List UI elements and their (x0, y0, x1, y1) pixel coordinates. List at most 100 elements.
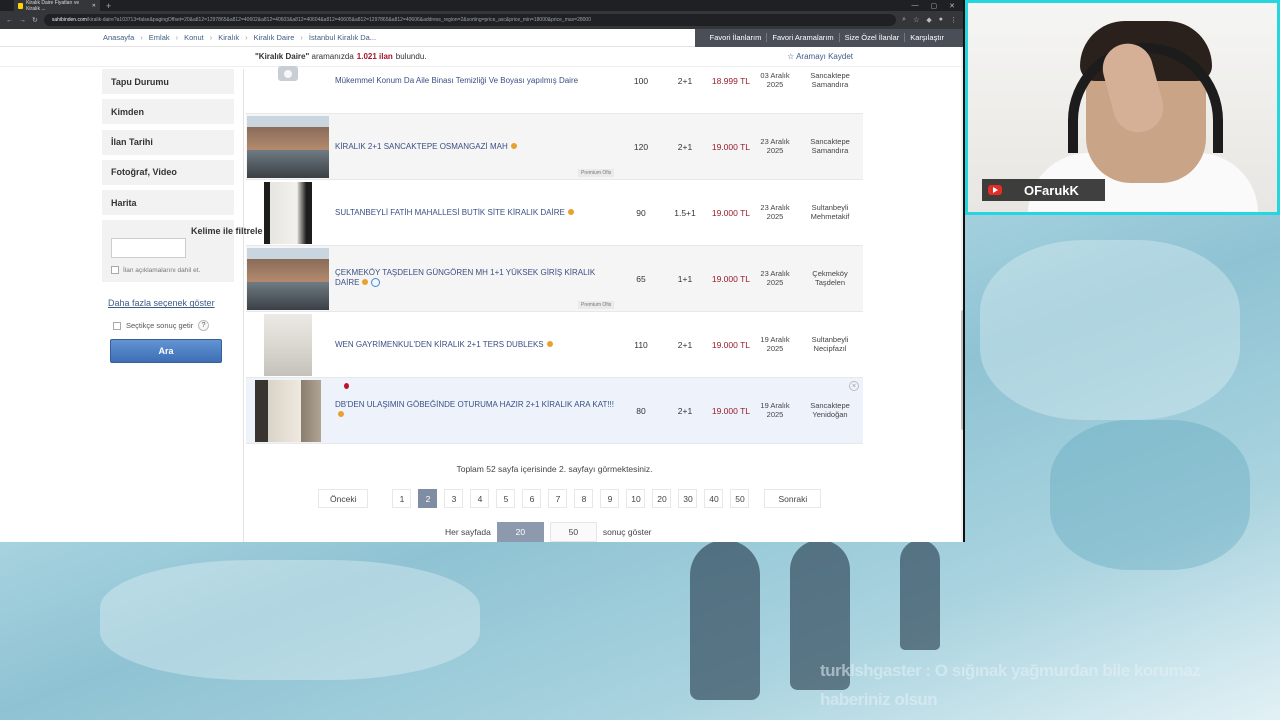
search-button[interactable]: Ara (110, 339, 222, 364)
listing-photo (247, 115, 329, 178)
topnav-item[interactable]: Karşılaştır (905, 33, 949, 42)
listing-title[interactable]: SULTANBEYLİ FATİH MAHALLESİ BUTİK SİTE K… (335, 208, 617, 218)
page-number-button[interactable]: 30 (678, 489, 698, 508)
sidebar-filter-item[interactable]: İlan Tarihi (102, 129, 234, 155)
page-number-button[interactable]: 2 (418, 489, 438, 508)
listing-row[interactable]: DB'DEN ULAŞIMIN GÖBEĞİNDE OTURUMA HAZIR … (246, 378, 863, 444)
close-icon[interactable]: × (849, 381, 859, 391)
scrollbar-track[interactable] (961, 47, 963, 542)
topnav-item[interactable]: Size Özel İlanlar (840, 33, 906, 42)
page-number-button[interactable]: 8 (574, 489, 594, 508)
listing-thumbnail[interactable] (264, 181, 312, 244)
topnav-item[interactable]: Favori Aramalarım (767, 33, 840, 42)
reload-icon[interactable]: ↻ (32, 16, 38, 24)
page-number-button[interactable]: 1 (392, 489, 412, 508)
menu-icon[interactable]: ⋮ (950, 16, 957, 24)
page-number-button[interactable]: 5 (496, 489, 516, 508)
close-window-icon[interactable]: ✕ (949, 2, 955, 10)
back-icon[interactable]: ← (6, 17, 13, 24)
zoom-icon[interactable]: ⌕ (902, 16, 906, 24)
breadcrumb-item[interactable]: İstanbul Kiralık Da... (309, 33, 376, 42)
featured-badge-icon (510, 143, 517, 149)
listing-thumbnail[interactable] (247, 247, 329, 310)
filter-sidebar: Tapu Durumu Kimden İlan Tarihi Fotoğraf, Vi… (102, 69, 263, 364)
chevron-right-icon: › (300, 33, 303, 42)
stepwise-checkbox[interactable] (113, 321, 121, 330)
tab-close-icon[interactable]: ✕ (92, 3, 96, 9)
tab-title: Kiralık Daire Fiyatları ve Kiralık ... (26, 0, 80, 12)
page-number-button[interactable]: 3 (444, 489, 464, 508)
address-bar: ← → ↻ sahibinden.com/kiralik-daire?a1037… (0, 11, 963, 29)
listing-location: Sancaktepe Samandıra (802, 71, 858, 89)
listing-title[interactable]: WEN GAYRİMENKUL'DEN KİRALIK 2+1 TERS DUB… (335, 340, 617, 350)
listing-rooms: 2+1 (677, 406, 693, 416)
listing-title-text: DB'DEN ULAŞIMIN GÖBEĞİNDE OTURUMA HAZIR … (335, 400, 614, 409)
page-number-button[interactable]: 4 (470, 489, 490, 508)
scrollbar-thumb[interactable] (961, 310, 963, 430)
bookmark-star-icon[interactable]: ☆ (913, 16, 919, 24)
extension-icon[interactable]: ◆ (926, 16, 931, 24)
listing-thumbnail[interactable] (247, 115, 329, 178)
listing-row[interactable]: SULTANBEYLİ FATİH MAHALLESİ BUTİK SİTE K… (246, 180, 863, 246)
listing-thumbnail[interactable] (247, 50, 329, 112)
breadcrumb-item[interactable]: Konut (184, 33, 204, 42)
page-number-button[interactable]: 50 (730, 489, 750, 508)
next-page-button[interactable]: Sonraki (764, 489, 822, 508)
page-number-button[interactable]: 6 (522, 489, 542, 508)
breadcrumb-item[interactable]: Kiralık Daire (254, 33, 295, 42)
listing-row[interactable]: WEN GAYRİMENKUL'DEN KİRALIK 2+1 TERS DUB… (246, 312, 863, 378)
profile-icon[interactable]: ● (939, 16, 943, 24)
camera-icon (278, 65, 298, 81)
listing-row[interactable]: ÇEKMEKÖY TAŞDELEN GÜNGÖREN MH 1+1 YÜKSEK… (246, 246, 863, 312)
url-field[interactable]: sahibinden.com/kiralik-daire?a103713=fal… (43, 14, 897, 26)
breadcrumb-item[interactable]: Kiralık (218, 33, 239, 42)
listing-title[interactable]: DB'DEN ULAŞIMIN GÖBEĞİNDE OTURUMA HAZIR … (335, 400, 617, 420)
sidebar-filter-item[interactable]: Fotoğraf, Video (102, 159, 234, 185)
page-number-button[interactable]: 20 (652, 489, 672, 508)
listing-photo (247, 247, 329, 310)
page-number-button[interactable]: 7 (548, 489, 568, 508)
listing-date-day: 23 Aralık (760, 203, 790, 212)
browser-tab[interactable]: Kiralık Daire Fiyatları ve Kiralık ... ✕ (14, 0, 100, 12)
listing-title[interactable]: Mükemmel Konum Da Aile Binası Temizliği … (335, 76, 617, 86)
listing-price: 19.000 TL (711, 274, 750, 284)
tab-strip: Kiralık Daire Fiyatları ve Kiralık ... ✕… (0, 0, 963, 12)
sidebar-filter-item[interactable]: Harita (102, 190, 234, 216)
listing-title-text: KİRALIK 2+1 SANCAKTEPE OSMANGAZİ MAH (335, 142, 508, 151)
help-icon[interactable]: ? (198, 320, 210, 332)
listing-date: 03 Aralık 2025 (751, 71, 799, 89)
more-options-link[interactable]: Daha fazla seçenek göster (102, 298, 234, 308)
listing-location: Sultanbeyli Necipfazıl (802, 335, 858, 353)
per-page-option[interactable]: 20 (496, 522, 544, 542)
mouse-cursor (344, 383, 349, 389)
listing-neighborhood: Mehmetakif (810, 212, 850, 221)
per-page-option[interactable]: 50 (549, 522, 597, 542)
topnav-item[interactable]: Favori İlanlarım (705, 33, 768, 42)
forward-icon[interactable]: → (19, 17, 26, 24)
sidebar-filter-item[interactable]: Tapu Durumu (102, 69, 234, 94)
prev-page-button[interactable]: Önceki (318, 489, 369, 508)
maximize-icon[interactable]: ▢ (931, 2, 938, 10)
per-page-selector: Her sayfada 20 50 sonuç göster (445, 522, 652, 542)
keyword-input[interactable] (111, 238, 186, 259)
new-tab-icon[interactable]: + (106, 1, 111, 11)
listing-row[interactable]: KİRALIK 2+1 SANCAKTEPE OSMANGAZİ MAH Prem… (246, 114, 863, 180)
desc-checkbox-row[interactable]: İlan açıklamalarını dahil et. (111, 266, 225, 275)
page-number-button[interactable]: 10 (626, 489, 646, 508)
listing-title[interactable]: KİRALIK 2+1 SANCAKTEPE OSMANGAZİ MAH (335, 142, 617, 152)
listing-location: Sultanbeyli Mehmetakif (802, 203, 858, 221)
stepwise-checkbox-row[interactable]: Seçtikçe sonuç getir ? (102, 320, 234, 332)
listing-district: Sultanbeyli (811, 335, 849, 344)
listing-title[interactable]: ÇEKMEKÖY TAŞDELEN GÜNGÖREN MH 1+1 YÜKSEK… (335, 268, 617, 288)
listing-m2: 65 (636, 274, 646, 284)
listing-thumbnail[interactable] (264, 313, 312, 376)
sidebar-filter-item[interactable]: Kimden (102, 99, 234, 125)
minimize-icon[interactable]: — (912, 2, 919, 10)
breadcrumb-item[interactable]: Emlak (149, 33, 170, 42)
listing-row[interactable]: Mükemmel Konum Da Aile Binası Temizliği … (246, 48, 863, 114)
listing-thumbnail[interactable] (255, 379, 321, 442)
page-number-button[interactable]: 9 (600, 489, 620, 508)
desc-checkbox[interactable] (111, 266, 119, 275)
breadcrumb-item[interactable]: Anasayfa (103, 33, 134, 42)
page-number-button[interactable]: 40 (704, 489, 724, 508)
